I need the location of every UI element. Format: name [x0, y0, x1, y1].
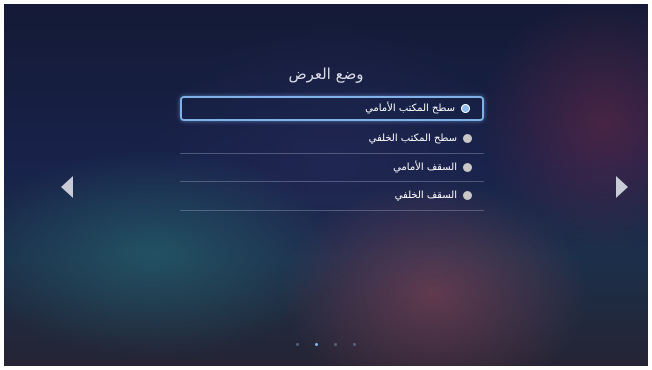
- left-arrow-icon[interactable]: [61, 176, 73, 198]
- radio-icon: [463, 134, 472, 144]
- option-front-ceiling[interactable]: السقف الأمامي: [180, 154, 484, 182]
- option-rear-ceiling[interactable]: السقف الخلفي: [180, 182, 484, 211]
- right-arrow-icon[interactable]: [616, 176, 628, 198]
- page-indicator: [296, 343, 356, 346]
- radio-icon: [463, 191, 472, 201]
- option-label: سطح المكتب الخلفي: [368, 133, 457, 145]
- option-label: السقف الأمامي: [393, 161, 457, 173]
- page-dot-active: [315, 343, 318, 346]
- radio-selected-icon: [461, 104, 470, 113]
- radio-icon: [463, 162, 472, 172]
- option-rear-desktop[interactable]: سطح المكتب الخلفي: [180, 125, 484, 154]
- page-title: وضع العرض: [288, 65, 364, 83]
- option-label: السقف الخلفي: [394, 190, 457, 202]
- page-dot: [353, 343, 356, 346]
- projection-mode-screen: وضع العرض سطح المكتب الأمامي سطح المكتب …: [4, 4, 648, 366]
- page-dot: [296, 343, 299, 346]
- projection-options-list: سطح المكتب الأمامي سطح المكتب الخلفي الس…: [180, 96, 484, 211]
- option-label: سطح المكتب الأمامي: [365, 103, 455, 114]
- option-front-desktop[interactable]: سطح المكتب الأمامي: [180, 96, 484, 121]
- page-dot: [334, 343, 337, 346]
